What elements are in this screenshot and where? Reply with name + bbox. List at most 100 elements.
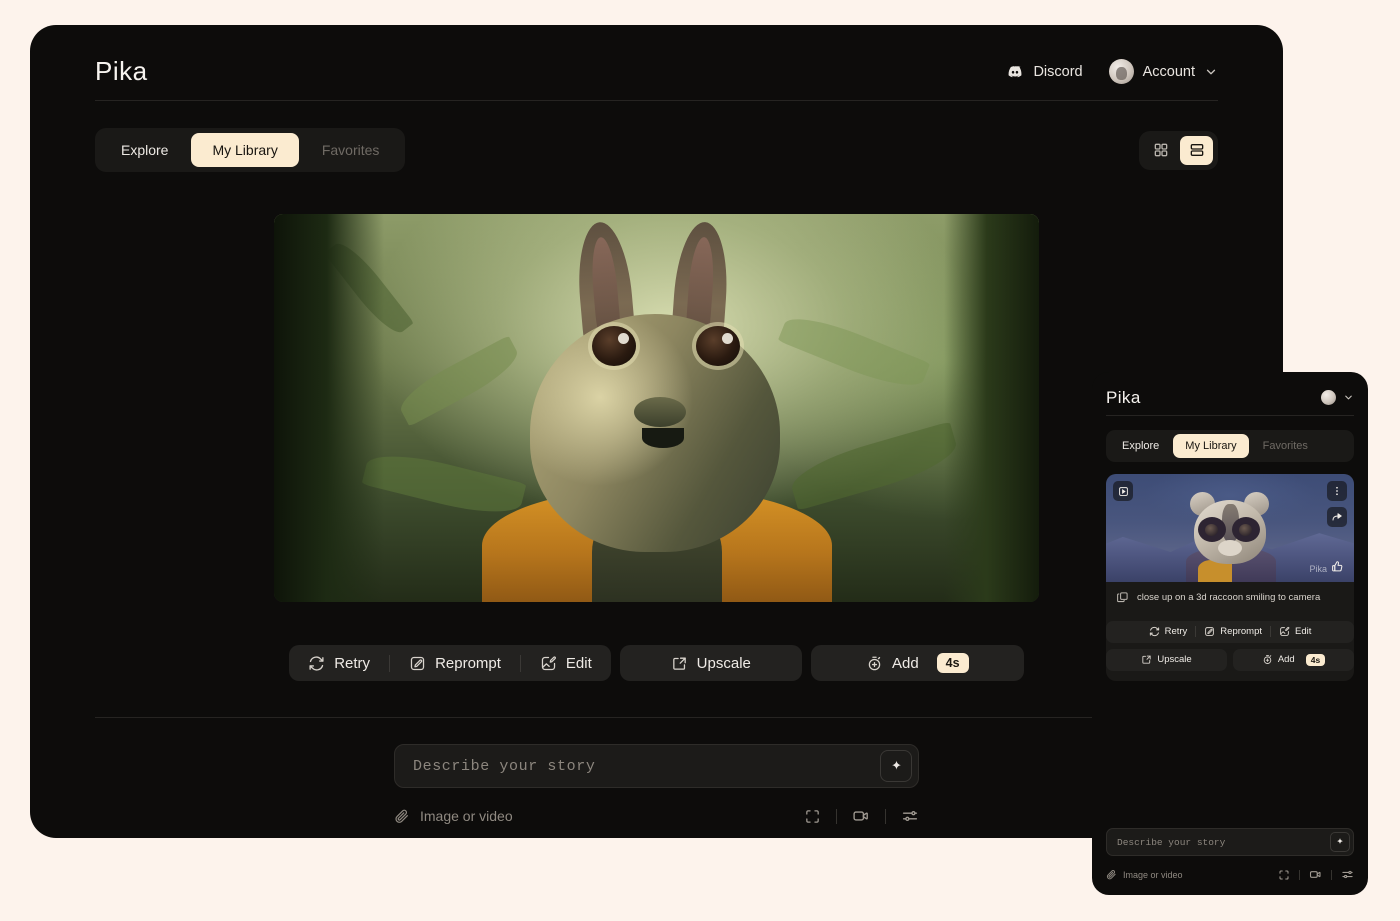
tab-explore[interactable]: Explore — [100, 133, 189, 167]
retry-button[interactable]: Retry — [289, 645, 389, 681]
library-tabs: Explore My Library Favorites — [95, 128, 405, 172]
video-camera-icon — [1309, 868, 1322, 881]
pencil-square-icon — [1204, 626, 1215, 637]
mobile-tab-favorites[interactable]: Favorites — [1251, 434, 1320, 458]
mobile-reprompt-button[interactable]: Reprompt — [1196, 626, 1270, 637]
mobile-add-group: Add 4s — [1233, 649, 1354, 671]
video-preview[interactable] — [274, 214, 1039, 602]
mobile-prompt-composer: Describe your story Image or video — [1106, 828, 1354, 881]
image-edit-icon — [1279, 626, 1290, 637]
mobile-edit-button[interactable]: Edit — [1271, 626, 1319, 637]
mobile-tab-explore[interactable]: Explore — [1110, 434, 1171, 458]
mobile-media-card: Pika close up on a 3d raccoon smiling to… — [1106, 474, 1354, 681]
tabs-row: Explore My Library Favorites — [95, 128, 1218, 172]
external-link-icon — [671, 655, 688, 672]
mobile-app-logo[interactable]: Pika — [1106, 388, 1141, 408]
video-mode-button[interactable] — [852, 807, 870, 825]
rabbit-character — [492, 222, 822, 602]
mobile-prompt-input-wrapper[interactable]: Describe your story — [1106, 828, 1354, 856]
account-menu[interactable]: Account — [1109, 59, 1218, 84]
app-logo[interactable]: Pika — [95, 56, 148, 87]
tab-favorites[interactable]: Favorites — [301, 133, 401, 167]
divider — [1331, 870, 1332, 880]
avatar — [1321, 390, 1336, 405]
discord-link[interactable]: Discord — [1006, 63, 1082, 81]
mobile-attach-media-button[interactable]: Image or video — [1106, 869, 1183, 880]
upscale-button[interactable]: Upscale — [652, 645, 770, 681]
copy-icon[interactable] — [1116, 591, 1129, 605]
mobile-settings-button[interactable] — [1341, 868, 1354, 881]
thumbs-up-icon — [1331, 560, 1344, 573]
edit-button[interactable]: Edit — [521, 645, 611, 681]
prompt-input[interactable]: Describe your story — [413, 758, 595, 775]
add-label: Add — [892, 655, 919, 672]
mobile-upscale-button[interactable]: Upscale — [1133, 654, 1199, 665]
prompt-composer: Describe your story Ima — [95, 744, 1218, 825]
add-group: Add 4s — [811, 645, 1024, 681]
like-button[interactable] — [1327, 556, 1347, 576]
divider — [1299, 870, 1300, 880]
discord-label: Discord — [1033, 64, 1082, 80]
mobile-reprompt-label: Reprompt — [1220, 626, 1262, 637]
mobile-video-thumbnail[interactable]: Pika — [1106, 474, 1354, 582]
settings-button[interactable] — [901, 807, 919, 825]
mobile-edit-label: Edit — [1295, 626, 1311, 637]
play-icon — [1118, 486, 1129, 497]
refresh-icon — [1149, 626, 1160, 637]
mobile-app-window: Pika Explore My Library Favorites — [1092, 372, 1368, 895]
mobile-add-label: Add — [1278, 654, 1295, 665]
reprompt-label: Reprompt — [435, 655, 501, 672]
mobile-add-button[interactable]: Add 4s — [1254, 654, 1333, 666]
mobile-header: Pika — [1106, 380, 1354, 416]
media-action-bar: Retry Reprompt — [95, 645, 1218, 681]
edit-label: Edit — [566, 655, 592, 672]
mobile-retry-button[interactable]: Retry — [1141, 626, 1196, 637]
crop-frame-icon — [804, 808, 821, 825]
video-camera-icon — [852, 807, 870, 825]
attach-label: Image or video — [420, 808, 513, 824]
list-view-button[interactable] — [1180, 136, 1213, 165]
more-vertical-icon — [1331, 485, 1343, 497]
mobile-generate-button[interactable] — [1330, 832, 1350, 852]
stopwatch-plus-icon — [866, 655, 883, 672]
play-button[interactable] — [1113, 481, 1133, 501]
tree-trunk-left — [274, 214, 384, 602]
mobile-library-tabs: Explore My Library Favorites — [1106, 430, 1354, 462]
mobile-prompt-text: close up on a 3d raccoon smiling to came… — [1137, 591, 1320, 605]
grid-view-icon — [1153, 142, 1169, 158]
tree-trunk-right — [944, 214, 1039, 602]
mobile-aspect-ratio-button[interactable] — [1278, 869, 1290, 881]
divider — [95, 717, 1218, 718]
add-button[interactable]: Add 4s — [847, 645, 988, 681]
grid-view-button[interactable] — [1144, 136, 1177, 165]
tab-my-library[interactable]: My Library — [191, 133, 298, 167]
mobile-action-bar: Retry Reprompt — [1106, 621, 1354, 681]
mobile-prompt-input[interactable]: Describe your story — [1117, 837, 1225, 848]
mobile-tab-my-library[interactable]: My Library — [1173, 434, 1248, 458]
mobile-add-duration-badge: 4s — [1306, 654, 1325, 666]
edit-actions-group: Retry Reprompt — [289, 645, 611, 681]
paperclip-icon — [394, 808, 410, 824]
avatar — [1109, 59, 1134, 84]
prompt-input-wrapper[interactable]: Describe your story — [394, 744, 919, 788]
mobile-account-menu[interactable] — [1321, 390, 1354, 405]
attach-media-button[interactable]: Image or video — [394, 808, 513, 824]
card-menu-button[interactable] — [1327, 481, 1347, 501]
mobile-video-mode-button[interactable] — [1309, 868, 1322, 881]
refresh-icon — [308, 655, 325, 672]
add-duration-badge: 4s — [937, 653, 969, 673]
generate-button[interactable] — [880, 750, 912, 782]
aspect-ratio-button[interactable] — [804, 808, 821, 825]
sparkle-icon — [889, 759, 904, 774]
reprompt-button[interactable]: Reprompt — [390, 645, 520, 681]
mobile-retry-label: Retry — [1165, 626, 1188, 637]
pencil-square-icon — [409, 655, 426, 672]
share-button[interactable] — [1327, 507, 1347, 527]
divider — [836, 809, 837, 824]
mobile-upscale-group: Upscale — [1106, 649, 1227, 671]
mobile-composer-toolbar: Image or video — [1106, 868, 1354, 881]
account-label: Account — [1143, 64, 1195, 80]
chevron-down-icon — [1343, 392, 1354, 403]
sliders-icon — [1341, 868, 1354, 881]
raccoon-character — [1182, 490, 1278, 582]
